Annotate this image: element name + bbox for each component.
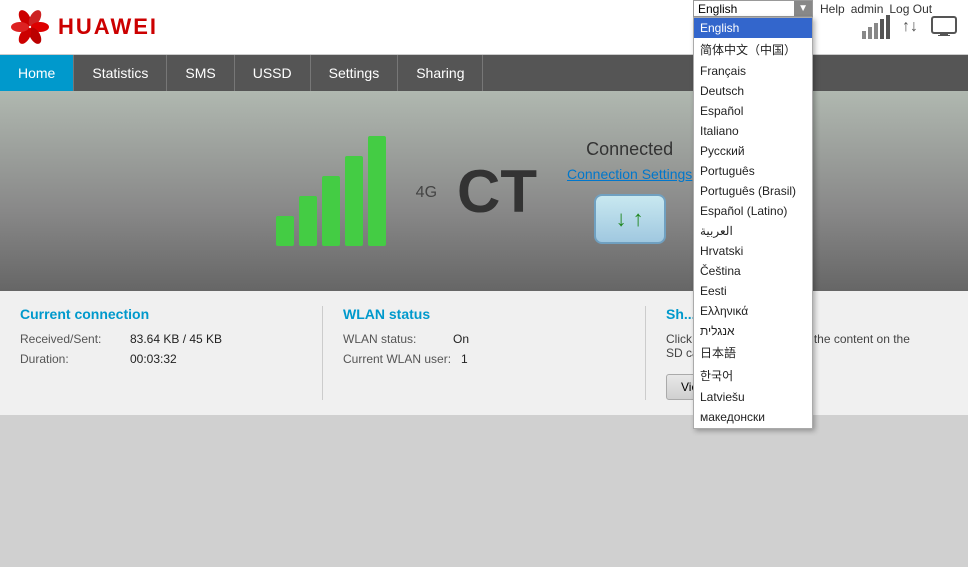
duration-row: Duration: 00:03:32: [20, 352, 282, 366]
received-sent-label: Received/Sent:: [20, 332, 120, 346]
lang-option[interactable]: Français: [694, 61, 812, 81]
wlan-status-value: On: [453, 332, 469, 346]
lang-option[interactable]: Čeština: [694, 261, 812, 281]
upload-arrow-icon: ↑: [633, 206, 644, 232]
monitor-icon: [930, 15, 958, 40]
header-right: ↑↓: [862, 15, 958, 40]
signal-icons-header: ↑↓: [862, 15, 958, 40]
wlan-status-section: WLAN status WLAN status: On Current WLAN…: [343, 306, 625, 400]
lang-option[interactable]: 한국어: [694, 364, 812, 387]
logo-area: HUAWEI: [10, 7, 158, 47]
lang-option[interactable]: Русский: [694, 141, 812, 161]
center-panel: 4G CT Connected Connection Settings ↓ ↑: [0, 91, 968, 291]
signal-bars-large: [276, 136, 386, 246]
page-header: HUAWEI ↑↓: [0, 0, 968, 55]
nav-home[interactable]: Home: [0, 55, 74, 91]
lang-option[interactable]: македонски: [694, 407, 812, 427]
language-list: English简体中文（中国）FrançaisDeutschEspañolIta…: [694, 18, 812, 428]
connection-info: Connected Connection Settings ↓ ↑: [567, 139, 692, 244]
current-user-row: Current WLAN user: 1: [343, 352, 605, 366]
data-transfer-icon: ↑↓: [902, 18, 918, 36]
lang-option[interactable]: Deutsch: [694, 81, 812, 101]
lang-option[interactable]: Ελληνικά: [694, 301, 812, 321]
nav-sharing[interactable]: Sharing: [398, 55, 483, 91]
signal-bar-1: [276, 216, 294, 246]
connection-status: Connected: [586, 139, 673, 160]
signal-bar-5: [368, 136, 386, 246]
wlan-status-title: WLAN status: [343, 306, 605, 322]
lang-option[interactable]: Română: [694, 427, 812, 428]
download-arrow-icon: ↓: [616, 206, 627, 232]
lang-option[interactable]: Italiano: [694, 121, 812, 141]
signal-bar-2: [299, 196, 317, 246]
lang-option[interactable]: Español: [694, 101, 812, 121]
divider-1: [322, 306, 323, 400]
network-type: CT: [457, 157, 537, 226]
signal-bar-3: [322, 176, 340, 246]
lang-option[interactable]: 日本語: [694, 341, 812, 364]
lang-option[interactable]: Hrvatski: [694, 241, 812, 261]
nav-ussd[interactable]: USSD: [235, 55, 311, 91]
divider-2: [645, 306, 646, 400]
lang-option[interactable]: English: [694, 18, 812, 38]
current-connection-title: Current connection: [20, 306, 282, 322]
logo-text: HUAWEI: [58, 14, 158, 40]
huawei-logo-icon: [10, 7, 50, 47]
received-sent-row: Received/Sent: 83.64 KB / 45 KB: [20, 332, 282, 346]
current-user-value: 1: [461, 352, 468, 366]
lang-option[interactable]: Latviešu: [694, 387, 812, 407]
nav-statistics[interactable]: Statistics: [74, 55, 167, 91]
duration-label: Duration:: [20, 352, 120, 366]
lang-option[interactable]: العربية: [694, 221, 812, 241]
current-connection-section: Current connection Received/Sent: 83.64 …: [20, 306, 302, 400]
received-sent-value: 83.64 KB / 45 KB: [130, 332, 222, 346]
lang-option[interactable]: אנגלית: [694, 321, 812, 341]
current-user-label: Current WLAN user:: [343, 352, 451, 366]
connection-settings-link[interactable]: Connection Settings: [567, 166, 692, 182]
signal-strength-icon: [862, 15, 890, 39]
lang-option[interactable]: Português: [694, 161, 812, 181]
nav-settings[interactable]: Settings: [311, 55, 399, 91]
generation-label: 4G: [416, 184, 437, 202]
duration-value: 00:03:32: [130, 352, 177, 366]
language-dropdown[interactable]: English简体中文（中国）FrançaisDeutschEspañolIta…: [693, 17, 813, 429]
wlan-status-row: WLAN status: On: [343, 332, 605, 346]
bottom-panel: Current connection Received/Sent: 83.64 …: [0, 291, 968, 415]
nav-sms[interactable]: SMS: [167, 55, 234, 91]
lang-option[interactable]: Español (Latino): [694, 201, 812, 221]
lang-option[interactable]: 简体中文（中国）: [694, 38, 812, 61]
main-navigation: Home Statistics SMS USSD Settings Sharin…: [0, 55, 968, 91]
lang-option[interactable]: Português (Brasil): [694, 181, 812, 201]
signal-bar-4: [345, 156, 363, 246]
transfer-button[interactable]: ↓ ↑: [594, 194, 666, 244]
lang-option[interactable]: Eesti: [694, 281, 812, 301]
wlan-status-label: WLAN status:: [343, 332, 443, 346]
